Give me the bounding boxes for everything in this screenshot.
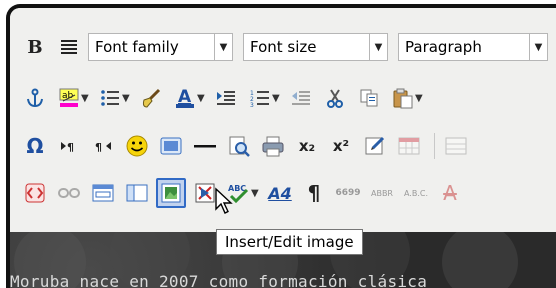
ltr-button[interactable]: ¶ [54, 131, 84, 161]
svg-text:¶: ¶ [95, 141, 102, 154]
font-family-select[interactable]: Font family ▼ [88, 33, 233, 61]
toolbar-separator [434, 133, 435, 159]
cut-button[interactable] [320, 83, 350, 113]
bold-icon: B [27, 36, 43, 58]
anchor-button[interactable] [20, 83, 50, 113]
toolbar-row-3: Ω ¶ ¶ x₂ x² [20, 129, 475, 163]
paste-icon [393, 88, 413, 109]
copy-button[interactable] [354, 83, 384, 113]
preview-button[interactable] [224, 131, 254, 161]
outdent-button[interactable] [286, 83, 316, 113]
justify-full-icon [61, 40, 77, 54]
block-format-select[interactable]: Paragraph ▼ [398, 33, 548, 61]
justify-full-button[interactable] [54, 32, 84, 62]
rtl-icon: ¶ [95, 141, 111, 154]
toolbar: B Font family ▼ Font size ▼ Paragraph ▼ [10, 8, 556, 232]
special-char-button[interactable]: Ω [20, 131, 50, 161]
cleanup-button[interactable] [136, 83, 166, 113]
emoticon-button[interactable] [122, 131, 152, 161]
quote-icon: 6699 [335, 188, 361, 198]
highlight-color-icon: ab [59, 88, 79, 107]
abbr-button[interactable]: ABBR [367, 178, 397, 208]
unlink-button[interactable] [54, 178, 84, 208]
copy-icon [360, 89, 378, 107]
cleanup-brush-icon [142, 88, 161, 108]
cite-button[interactable]: 6699 [333, 178, 363, 208]
chevron-down-icon[interactable]: ▼ [369, 34, 387, 60]
svg-text:3: 3 [250, 102, 254, 107]
pilcrow-icon: ¶ [307, 181, 321, 205]
rtl-button[interactable]: ¶ [88, 131, 118, 161]
numbered-list-button[interactable]: 123 [245, 83, 275, 113]
font-size-value: Font size [250, 38, 317, 56]
acronym-button[interactable]: A.B.C. [401, 178, 431, 208]
cut-icon [327, 89, 343, 108]
chevron-down-icon[interactable]: ▼ [214, 34, 232, 60]
text-color-button[interactable]: A [170, 83, 200, 113]
edit-button[interactable] [360, 131, 390, 161]
remove-format-icon [195, 183, 215, 203]
toolbar-row-4: ABC ▼ A4 ¶ 6699 ABBR A.B.C. A [20, 176, 469, 210]
media-icon [160, 137, 182, 155]
highlight-color-button[interactable]: ab [54, 83, 84, 113]
subscript-icon: x₂ [298, 137, 316, 155]
edit-icon [365, 136, 385, 155]
table-icon [445, 137, 467, 155]
bullet-list-icon [101, 90, 119, 106]
insert-image-icon [161, 183, 181, 203]
anchor-icon [27, 88, 43, 108]
indent-icon [217, 91, 235, 105]
bold-button[interactable]: B [20, 32, 50, 62]
abbr-icon: ABBR [370, 188, 393, 198]
insert-frame-button[interactable] [88, 178, 118, 208]
style-icon: A4 [268, 183, 292, 203]
insert-image-button[interactable] [156, 178, 186, 208]
layer-icon [126, 184, 148, 202]
horizontal-rule-icon [194, 145, 216, 148]
svg-text:ab: ab [62, 91, 74, 101]
emoticon-icon [126, 135, 148, 157]
unlink-icon [58, 188, 80, 198]
code-icon [25, 183, 45, 203]
print-button[interactable] [258, 131, 288, 161]
omega-icon: Ω [26, 134, 44, 158]
toolbar-row-1: B Font family ▼ Font size ▼ Paragraph ▼ [20, 30, 556, 64]
font-family-value: Font family [95, 38, 179, 56]
font-size-select[interactable]: Font size ▼ [243, 33, 388, 61]
strikethrough-icon: A [443, 181, 457, 205]
more-tables-button[interactable] [441, 131, 471, 161]
style-props-button[interactable]: A4 [265, 178, 295, 208]
show-blocks-button[interactable]: ¶ [299, 178, 329, 208]
paste-button[interactable] [388, 83, 418, 113]
mouse-cursor-icon [215, 187, 233, 214]
horizontal-rule-button[interactable] [190, 131, 220, 161]
preview-icon [229, 136, 250, 157]
frame-icon [92, 184, 114, 202]
superscript-icon: x² [332, 137, 350, 155]
ltr-icon: ¶ [61, 141, 74, 154]
bullet-list-button[interactable] [95, 83, 125, 113]
chevron-down-icon[interactable]: ▼ [529, 34, 547, 60]
acronym-icon: A.B.C. [403, 188, 429, 198]
subscript-button[interactable]: x₂ [292, 131, 322, 161]
strikethrough-button[interactable]: A [435, 178, 465, 208]
editor-text: Moruba nace en 2007 como formación clási… [10, 272, 428, 288]
insert-layer-button[interactable] [122, 178, 152, 208]
table-button[interactable] [394, 131, 424, 161]
block-format-value: Paragraph [405, 38, 482, 56]
text-color-icon: A [176, 87, 194, 108]
table-icon [398, 137, 420, 155]
outdent-icon [292, 91, 310, 105]
indent-button[interactable] [211, 83, 241, 113]
svg-text:¶: ¶ [67, 141, 74, 154]
media-button[interactable] [156, 131, 186, 161]
numbered-list-icon: 123 [250, 90, 269, 107]
superscript-button[interactable]: x² [326, 131, 356, 161]
toolbar-row-2: ab ▼ ▼ A ▼ 123 ▼ ▼ [20, 81, 429, 115]
source-code-button[interactable] [20, 178, 50, 208]
tooltip: Insert/Edit image [216, 229, 363, 255]
print-icon [262, 136, 284, 157]
